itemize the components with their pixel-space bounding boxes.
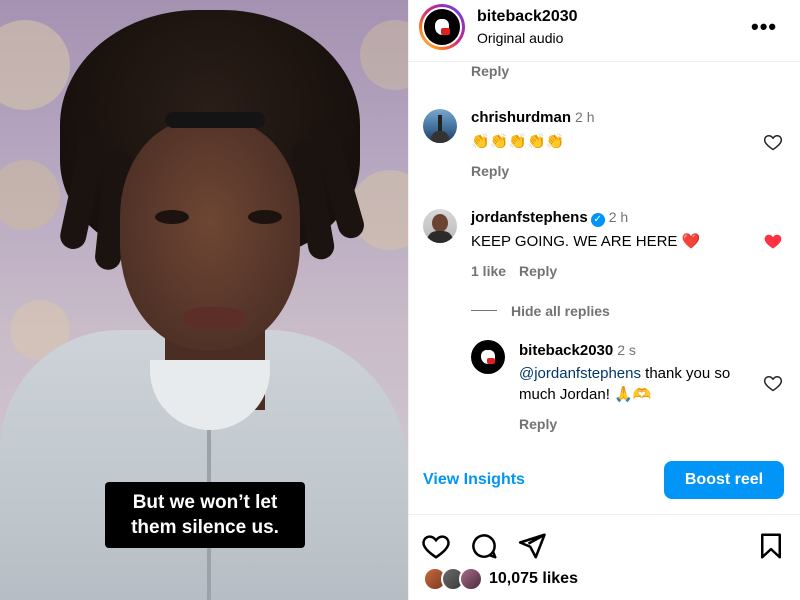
video-caption: But we won’t let them silence us.	[105, 482, 305, 548]
bookmark-icon[interactable]	[756, 531, 786, 561]
commenter-avatar[interactable]	[423, 109, 457, 143]
verified-badge-icon: ✓	[590, 213, 605, 227]
divider	[471, 310, 497, 311]
reply-button[interactable]: Reply	[471, 163, 509, 179]
comment-icon[interactable]	[469, 531, 499, 561]
post-panel: biteback2030 Original audio ••• Reply ch…	[408, 0, 800, 600]
reply-username[interactable]: biteback2030 2 s	[519, 342, 636, 359]
headband	[165, 112, 265, 128]
left-eye	[155, 210, 189, 224]
biteback-logo	[422, 7, 462, 47]
post-header: biteback2030 Original audio •••	[409, 0, 800, 62]
wallpaper-pattern	[0, 20, 70, 110]
right-eye	[248, 210, 282, 224]
wallpaper-pattern	[360, 20, 408, 90]
reply-button[interactable]: Reply	[519, 263, 557, 279]
insights-bar: View Insights Boost reel	[409, 453, 800, 515]
reply-button[interactable]: Reply	[519, 416, 557, 432]
post-actions	[409, 525, 800, 565]
heart-icon[interactable]	[763, 373, 783, 393]
likes-summary[interactable]: 10,075 likes	[423, 567, 793, 595]
reply-text: @jordanfstephens thank you so much Jorda…	[519, 365, 731, 403]
reply-button[interactable]: Reply	[471, 63, 509, 79]
comment-time: 2 h	[608, 209, 629, 225]
hide-replies-button[interactable]: Hide all replies	[511, 303, 610, 319]
comment-username[interactable]: jordanfstephens ✓ 2 h	[471, 209, 628, 227]
comment-text: 👏👏👏👏👏	[471, 133, 565, 150]
comment-username[interactable]: chrishurdman 2 h	[471, 109, 595, 126]
author-avatar[interactable]	[419, 4, 465, 50]
view-insights-link[interactable]: View Insights	[423, 471, 525, 489]
mouth	[183, 307, 245, 329]
commenter-avatar[interactable]	[423, 209, 457, 243]
more-options-icon[interactable]: •••	[751, 14, 777, 40]
boost-reel-button[interactable]: Boost reel	[664, 461, 784, 499]
share-icon[interactable]	[517, 531, 547, 561]
author-username[interactable]: biteback2030	[477, 8, 578, 26]
comments-list[interactable]: Reply chrishurdman 2 h 👏👏👏👏👏 Reply jordan…	[409, 63, 800, 453]
comment-time: 2 h	[575, 109, 595, 125]
audio-label[interactable]: Original audio	[477, 30, 563, 46]
comment-text: KEEP GOING. WE ARE HERE ❤️	[471, 233, 701, 250]
reply-time: 2 s	[617, 342, 636, 358]
liked-heart-icon[interactable]	[763, 231, 783, 251]
liker-avatar	[459, 567, 483, 591]
reel-video[interactable]: But we won’t let them silence us.	[0, 0, 408, 600]
wallpaper-pattern	[0, 160, 60, 230]
likes-count[interactable]: 10,075 likes	[489, 570, 578, 588]
likes-count-link[interactable]: 1 like	[471, 263, 506, 279]
heart-icon[interactable]	[421, 531, 451, 561]
mention-link[interactable]: @jordanfstephens	[519, 365, 641, 382]
reply-author-avatar[interactable]	[471, 340, 505, 374]
heart-icon[interactable]	[763, 132, 783, 152]
